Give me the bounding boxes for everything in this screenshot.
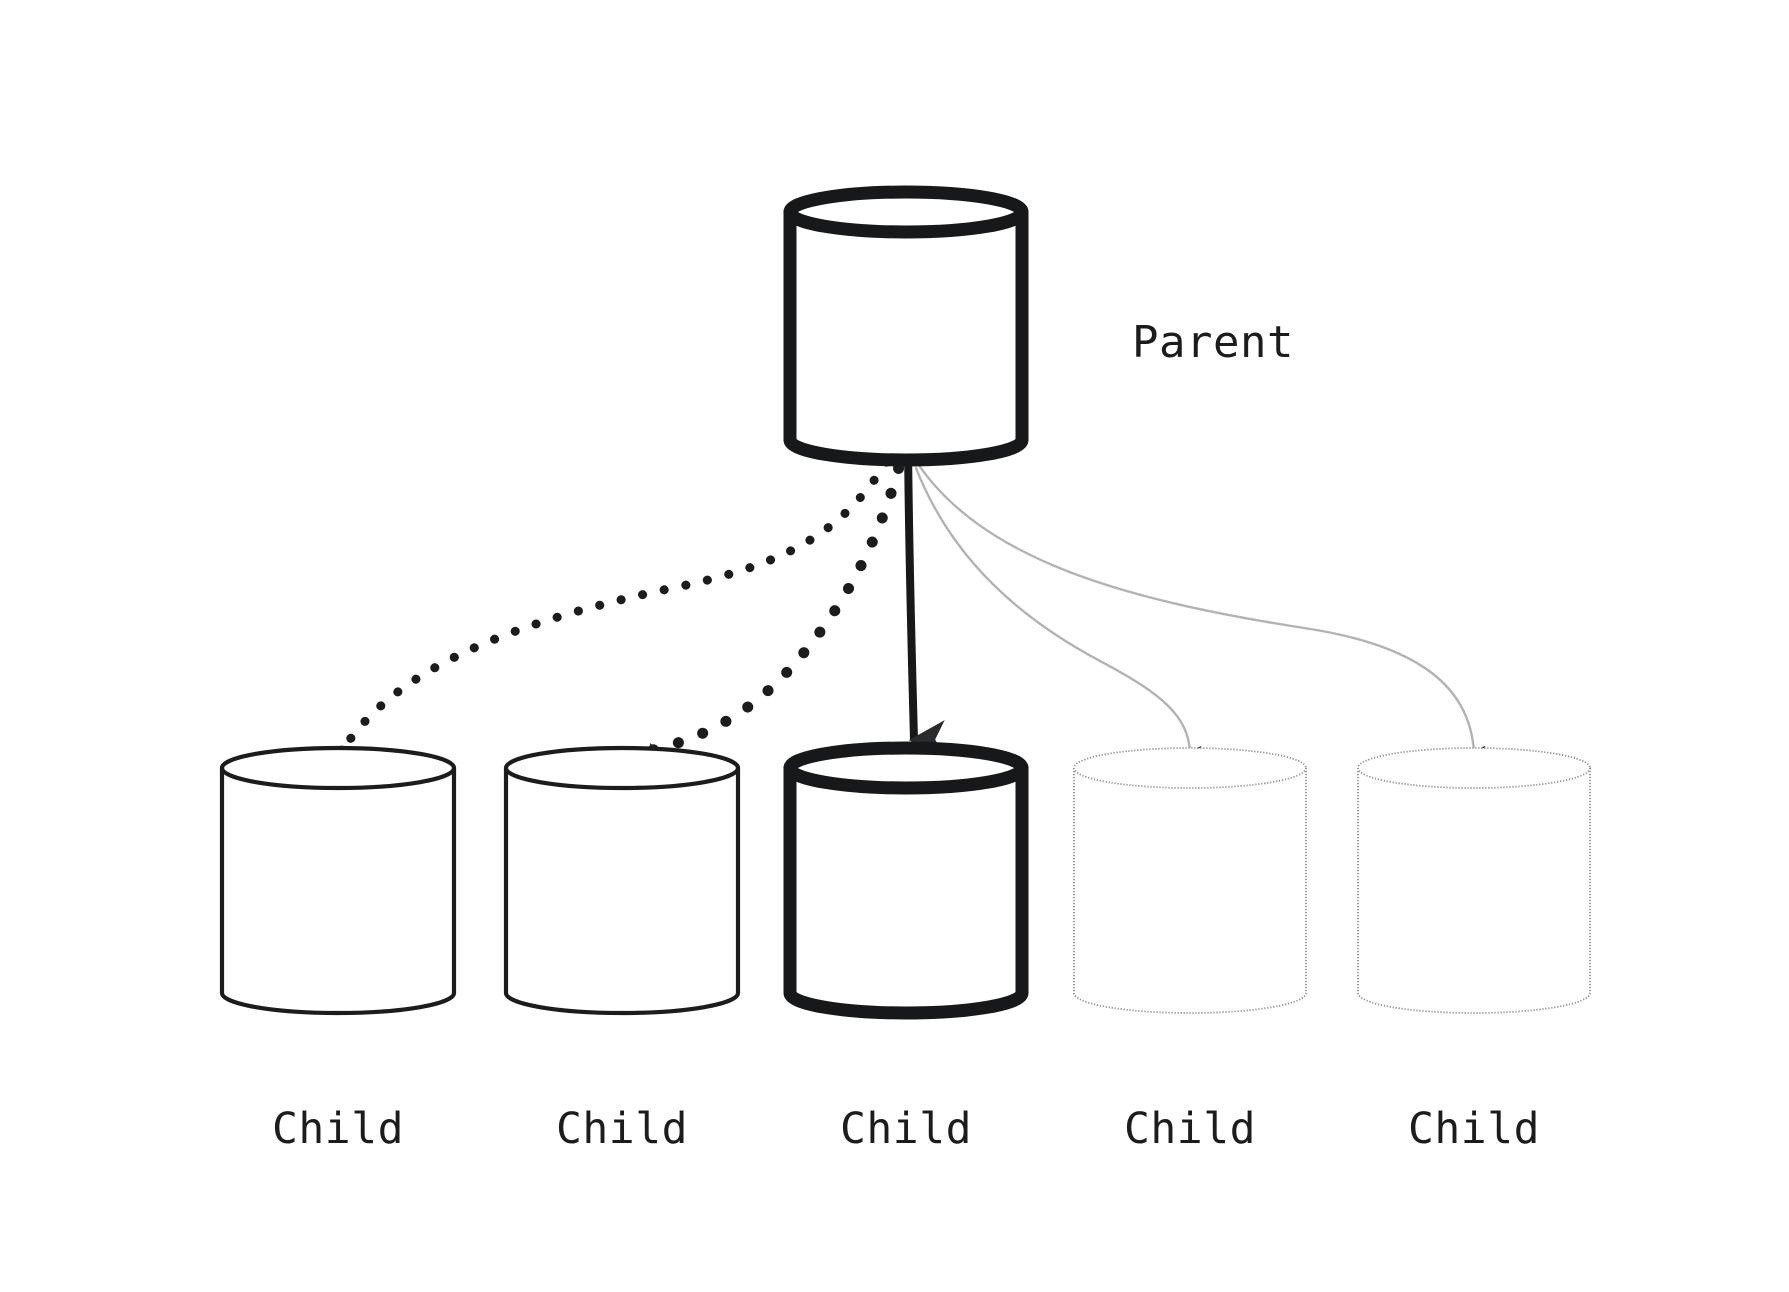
parent-node-label: Parent: [1132, 317, 1294, 368]
child-5-cylinder-body: [1357, 767, 1591, 1014]
edge-layer: [339, 437, 1487, 798]
node-child-4[interactable]: [1073, 747, 1307, 1014]
node-child-3[interactable]: [783, 741, 1029, 1020]
parent-cylinder-body: [783, 205, 1029, 467]
child-1-cylinder-body: [219, 765, 457, 1016]
diagram-canvas: Parent Child Child Child Child Child: [0, 0, 1789, 1292]
child-node-label-3: Child: [840, 1104, 972, 1154]
edge-parent-to-child-2[interactable]: [635, 437, 911, 798]
node-layer: [219, 185, 1591, 1020]
graph-svg: [219, 185, 1591, 1020]
edge-parent-to-child-4[interactable]: [914, 466, 1203, 757]
node-child-5[interactable]: [1357, 747, 1591, 1014]
node-child-1[interactable]: [219, 745, 457, 1016]
child-2-cylinder-top: [503, 745, 741, 791]
node-parent[interactable]: [783, 185, 1029, 467]
node-child-2[interactable]: [503, 745, 741, 1016]
edge-parent-to-child-3[interactable]: [904, 442, 946, 759]
child-node-label-4: Child: [1124, 1104, 1256, 1154]
child-3-cylinder-body: [783, 761, 1029, 1020]
child-3-cylinder-top: [783, 741, 1029, 795]
child-node-label-1: Child: [272, 1104, 404, 1154]
edge-parent-to-child-1[interactable]: [339, 438, 903, 790]
child-node-label-5: Child: [1408, 1104, 1540, 1154]
child-4-cylinder-top: [1073, 747, 1307, 789]
child-1-cylinder-top: [219, 745, 457, 791]
parent-cylinder-top: [783, 185, 1029, 239]
child-2-cylinder-body: [503, 765, 741, 1016]
edge-parent-to-child-5[interactable]: [916, 462, 1487, 757]
child-4-cylinder-body: [1073, 767, 1307, 1014]
child-node-label-2: Child: [556, 1104, 688, 1154]
child-5-cylinder-top: [1357, 747, 1591, 789]
